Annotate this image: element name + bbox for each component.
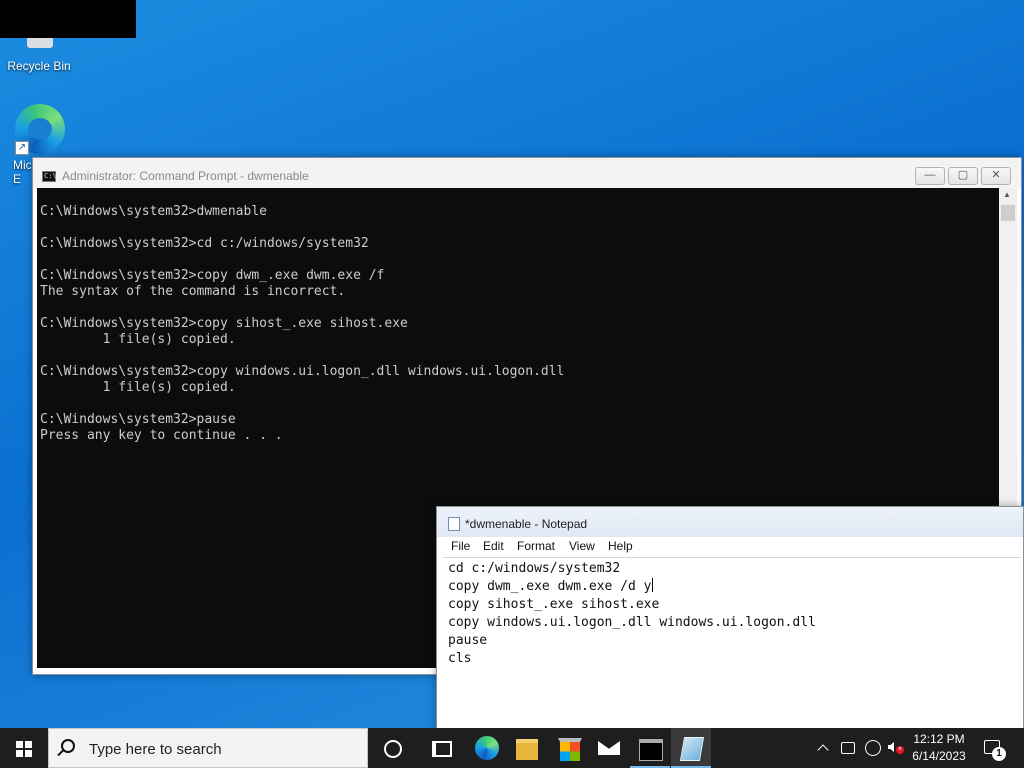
search-box[interactable]: Type here to search	[48, 728, 368, 768]
menu-view[interactable]: View	[569, 539, 595, 553]
recycle-bin-icon	[27, 38, 53, 48]
file-explorer-icon[interactable]	[507, 728, 547, 768]
notepad-icon	[448, 517, 460, 531]
notepad-icon[interactable]	[671, 728, 711, 768]
shortcut-arrow-icon: ↗	[15, 141, 29, 155]
desktop-icon-label: Recycle Bin	[7, 59, 71, 73]
close-icon: ✕	[991, 169, 1001, 181]
start-button[interactable]	[0, 728, 48, 768]
menu-edit[interactable]: Edit	[483, 539, 504, 553]
chevron-up-icon[interactable]	[814, 728, 832, 768]
meet-now-icon[interactable]	[838, 728, 856, 768]
text-caret	[651, 578, 653, 592]
desktop-icon-label: Mic E	[13, 158, 32, 186]
cmd-window-title: Administrator: Command Prompt - dwmenabl…	[62, 169, 309, 183]
text-after-caret: copy sihost_.exe sihost.exe copy windows…	[448, 597, 816, 666]
search-placeholder: Type here to search	[89, 741, 222, 758]
menu-file[interactable]: File	[451, 539, 470, 553]
notepad-window[interactable]: *dwmenable - Notepad File Edit Format Vi…	[436, 506, 1024, 730]
edge-icon[interactable]	[467, 728, 507, 768]
notepad-window-title: *dwmenable - Notepad	[465, 517, 588, 531]
menu-help[interactable]: Help	[608, 539, 633, 553]
clock-date: 6/14/2023	[912, 749, 966, 763]
minimize-icon: —	[924, 169, 936, 181]
cortana-icon[interactable]	[372, 728, 412, 768]
mail-icon[interactable]	[589, 728, 629, 768]
maximize-button[interactable]: ▢	[948, 167, 978, 185]
volume-muted-icon[interactable]: ×	[885, 728, 905, 768]
notepad-text: cd c:/windows/system32 copy dwm_.exe dwm…	[448, 560, 816, 668]
close-button[interactable]: ✕	[981, 167, 1011, 185]
cmd-icon: C:\	[42, 171, 57, 182]
taskbar: Type here to search × 12:12 PM 6/14/2023…	[0, 728, 1024, 768]
notepad-title-bar[interactable]: *dwmenable - Notepad	[437, 507, 1023, 537]
redacted-block	[0, 0, 136, 38]
notification-badge: 1	[992, 747, 1006, 761]
scrollbar-thumb[interactable]	[1001, 205, 1015, 221]
scroll-up-icon[interactable]: ▲	[1003, 190, 1011, 199]
menu-bar: File Edit Format View Help	[443, 537, 1021, 557]
search-icon	[61, 739, 75, 753]
store-icon[interactable]	[548, 728, 588, 768]
notification-button[interactable]: 1	[980, 728, 1010, 768]
clock[interactable]: 12:12 PM 6/14/2023	[908, 731, 970, 765]
network-icon[interactable]	[862, 728, 882, 768]
task-view-icon[interactable]	[420, 728, 460, 768]
maximize-icon: ▢	[957, 169, 969, 181]
cmd-title-bar[interactable]: C:\ Administrator: Command Prompt - dwme…	[33, 158, 1021, 189]
clock-time: 12:12 PM	[913, 732, 965, 746]
notepad-text-area[interactable]: cd c:/windows/system32 copy dwm_.exe dwm…	[443, 557, 1021, 729]
start-icon	[16, 741, 32, 757]
text-before-caret: cd c:/windows/system32 copy dwm_.exe dwm…	[448, 561, 652, 594]
cmd-icon[interactable]	[630, 728, 670, 768]
console-output: C:\Windows\system32>dwmenable C:\Windows…	[40, 204, 565, 443]
minimize-button[interactable]: —	[915, 167, 945, 185]
menu-format[interactable]: Format	[517, 539, 555, 553]
